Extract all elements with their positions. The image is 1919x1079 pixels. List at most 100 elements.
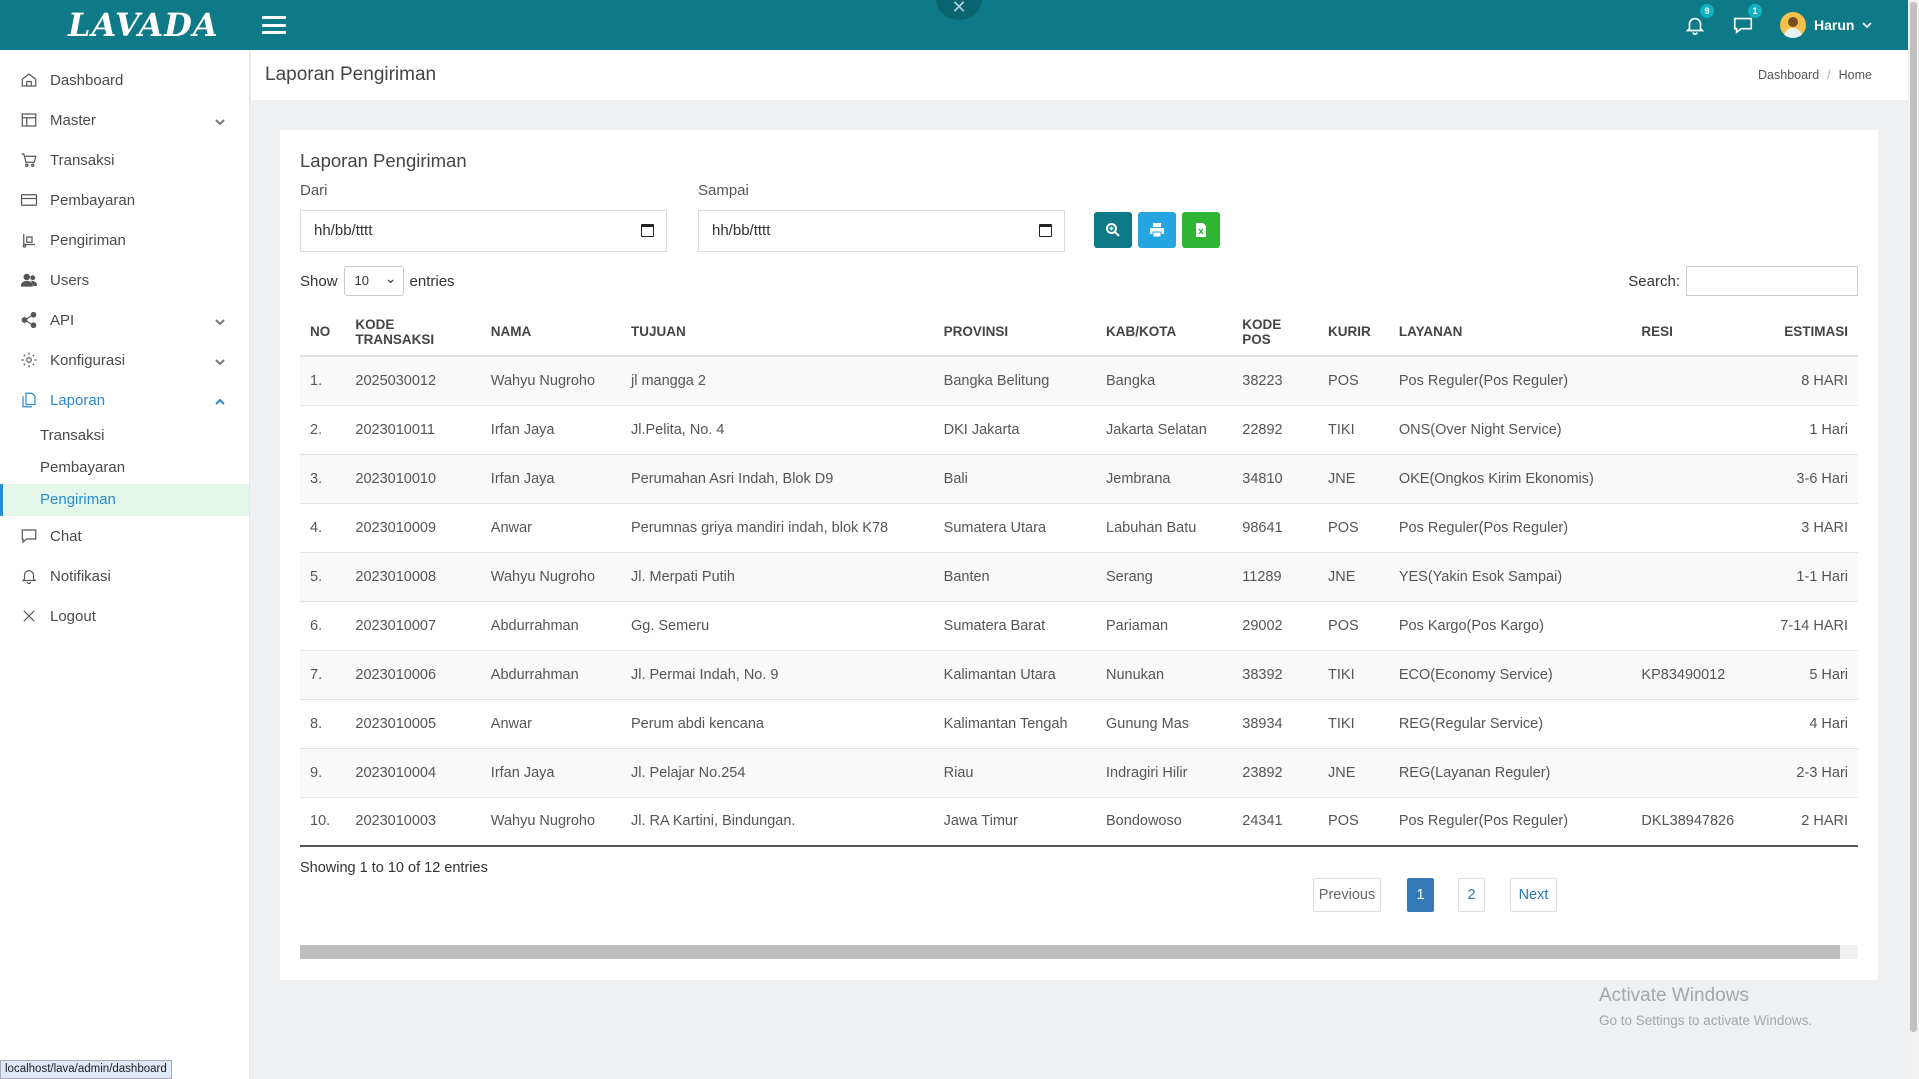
cell-kode-pos: 11289 — [1232, 551, 1319, 601]
previous-page-button[interactable]: Previous — [1313, 878, 1381, 912]
column-header-kurir[interactable]: KURIR — [1318, 308, 1389, 357]
sidebar-subitem-transaksi[interactable]: Transaksi — [0, 420, 249, 452]
sidebar-item-notifikasi[interactable]: Notifikasi — [0, 556, 249, 596]
sidebar-item-transaksi[interactable]: Transaksi — [0, 140, 249, 180]
cell-nama: Anwar — [480, 502, 621, 552]
cell-resi — [1631, 551, 1759, 601]
table-header-row: NO KODE TRANSAKSI NAMA TUJUAN PROVINSI KAB/KO… — [300, 308, 1858, 357]
table-row: 4. 2023010009 Anwar Perumnas griya mandiri … — [300, 502, 1858, 552]
sidebar-item-pembayaran[interactable]: Pembayaran — [0, 180, 249, 220]
cell-kab-kota: Jembrana — [1096, 453, 1233, 503]
sidebar-item-label: Dashboard — [50, 71, 124, 89]
table-row: 8. 2023010005 Anwar Perum abdi kencana Kalim… — [300, 698, 1858, 748]
sidebar-item-pengiriman[interactable]: Pengiriman — [0, 220, 249, 260]
horizontal-scrollbar[interactable] — [300, 945, 1858, 959]
cell-provinsi: Kalimantan Tengah — [933, 698, 1097, 748]
sidebar-item-chat[interactable]: Chat — [0, 516, 249, 556]
chevron-down-icon — [215, 314, 225, 326]
cell-kode-pos: 22892 — [1232, 404, 1319, 454]
sidebar-item-master[interactable]: Master — [0, 100, 249, 140]
breadcrumb-dashboard[interactable]: Dashboard — [1758, 68, 1819, 82]
sidebar-item-api[interactable]: API — [0, 300, 249, 340]
app-logo[interactable]: LAVADA — [68, 6, 219, 44]
cell-no: 5. — [300, 551, 346, 601]
sidebar-subitem-pengiriman[interactable]: Pengiriman — [0, 484, 249, 516]
messages-icon[interactable]: 1 — [1732, 4, 1762, 36]
cell-nama: Wahyu Nugroho — [480, 551, 621, 601]
bell-icon[interactable]: 9 — [1684, 4, 1714, 36]
page-size-select[interactable]: 10 — [343, 264, 404, 296]
cell-kode-pos: 29002 — [1232, 600, 1319, 650]
cell-kurir: TIKI — [1318, 649, 1389, 699]
page-1-button[interactable]: 1 — [1407, 878, 1434, 912]
cell-provinsi: Bali — [933, 453, 1097, 503]
column-header-kab-kota[interactable]: KAB/KOTA — [1096, 308, 1233, 357]
column-header-provinsi[interactable]: PROVINSI — [933, 308, 1097, 357]
cell-kode-transaksi: 2023010005 — [345, 698, 481, 748]
cell-tujuan: jl mangga 2 — [620, 355, 934, 405]
scrollbar-thumb[interactable] — [300, 945, 1840, 959]
column-header-kode-transaksi[interactable]: KODE TRANSAKSI — [345, 308, 481, 357]
show-label: Show — [300, 272, 338, 290]
cell-estimasi: 1 Hari — [1758, 404, 1858, 454]
cell-tujuan: Perumnas griya mandiri indah, blok K78 — [620, 502, 934, 552]
to-date-input[interactable]: hh/bb/tttt — [698, 210, 1065, 252]
sidebar-item-laporan[interactable]: Laporan — [0, 380, 249, 420]
column-header-estimasi[interactable]: ESTIMASI — [1758, 308, 1858, 357]
truck-icon — [22, 234, 35, 248]
cell-nama: Irfan Jaya — [480, 747, 621, 797]
next-page-button[interactable]: Next — [1510, 878, 1557, 912]
collapse-toggle-icon[interactable]: ✕ — [936, 0, 982, 20]
cell-kode-transaksi: 2023010004 — [345, 747, 481, 797]
table-row: 1. 2025030012 Wahyu Nugroho jl mangga 2 Bang… — [300, 355, 1858, 405]
cell-kode-transaksi: 2023010007 — [345, 600, 481, 650]
cell-no: 2. — [300, 404, 346, 454]
cell-kab-kota: Bangka — [1096, 355, 1233, 405]
vertical-scrollbar[interactable] — [1908, 0, 1919, 1079]
sidebar-item-dashboard[interactable]: Dashboard — [0, 60, 249, 100]
column-header-no[interactable]: NO — [300, 308, 346, 357]
sidebar-item-label: Pembayaran — [50, 191, 136, 209]
sidebar-subitem-pembayaran[interactable]: Pembayaran — [0, 452, 249, 484]
search-input[interactable] — [1686, 266, 1858, 296]
cell-kurir: POS — [1318, 600, 1389, 650]
cell-tujuan: Jl. Merpati Putih — [620, 551, 934, 601]
menu-toggle-icon[interactable] — [262, 16, 286, 34]
calendar-icon[interactable] — [1039, 224, 1052, 237]
calendar-icon[interactable] — [641, 224, 654, 237]
chat-icon — [21, 529, 37, 544]
scrollbar-thumb[interactable] — [1910, 2, 1917, 1032]
from-date-input[interactable]: hh/bb/tttt — [300, 210, 667, 252]
sidebar-item-konfigurasi[interactable]: Konfigurasi — [0, 340, 249, 380]
print-button[interactable] — [1138, 212, 1176, 248]
cell-kurir: TIKI — [1318, 698, 1389, 748]
cell-provinsi: Kalimantan Utara — [933, 649, 1097, 699]
column-header-layanan[interactable]: LAYANAN — [1388, 308, 1632, 357]
message-count-badge: 1 — [1748, 4, 1762, 18]
sidebar-item-users[interactable]: Users — [0, 260, 249, 300]
cell-tujuan: Jl.Pelita, No. 4 — [620, 404, 934, 454]
column-header-resi[interactable]: RESI — [1631, 308, 1759, 357]
cell-estimasi: 2 HARI — [1758, 796, 1858, 847]
table-row: 7. 2023010006 Abdurrahman Jl. Permai Indah,… — [300, 649, 1858, 699]
column-header-kode-pos[interactable]: KODE POS — [1232, 308, 1319, 357]
column-header-nama[interactable]: NAMA — [480, 308, 621, 357]
cell-nama: Abdurrahman — [480, 649, 621, 699]
bell-icon — [21, 570, 37, 585]
windows-activation-watermark: Activate Windows Go to Settings to activ… — [1599, 985, 1812, 1028]
user-menu[interactable]: Harun — [1780, 10, 1873, 40]
search-report-button[interactable] — [1094, 212, 1132, 248]
cell-kode-pos: 38392 — [1232, 649, 1319, 699]
page-2-button[interactable]: 2 — [1458, 878, 1485, 912]
cell-provinsi: Sumatera Barat — [933, 600, 1097, 650]
cell-kab-kota: Labuhan Batu — [1096, 502, 1233, 552]
cell-kurir: JNE — [1318, 551, 1389, 601]
cell-resi: DKL38947826 — [1631, 796, 1759, 847]
cell-provinsi: Sumatera Utara — [933, 502, 1097, 552]
cell-kode-pos: 38223 — [1232, 355, 1319, 405]
cell-kurir: POS — [1318, 796, 1389, 847]
column-header-tujuan[interactable]: TUJUAN — [620, 308, 934, 357]
table-row: 6. 2023010007 Abdurrahman Gg. Semeru Sumater… — [300, 600, 1858, 650]
excel-export-button[interactable] — [1182, 212, 1220, 248]
sidebar-item-logout[interactable]: Logout — [0, 596, 249, 636]
